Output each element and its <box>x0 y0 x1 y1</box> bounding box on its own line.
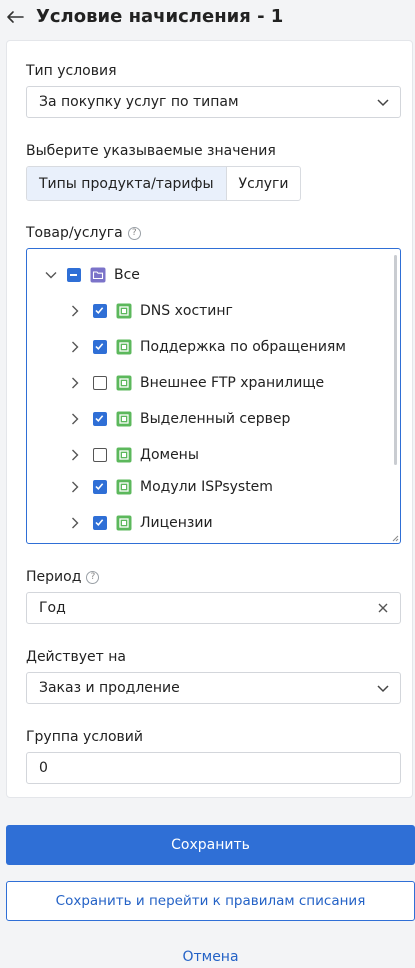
tree-root[interactable]: Все <box>45 263 140 287</box>
product-tree-label-text: Товар/услуга <box>26 225 123 241</box>
tree-item-label: Внешнее FTP хранилище <box>140 375 325 391</box>
tree-item[interactable]: Поддержка по обращениям <box>69 335 346 359</box>
tree-item-label: Лицензии <box>140 515 213 531</box>
chevron-down-icon <box>377 99 389 107</box>
period-field[interactable]: Год <box>26 592 401 624</box>
condition-type-select[interactable]: За покупку услуг по типам <box>26 86 401 118</box>
tree-item-label: DNS хостинг <box>140 303 233 319</box>
chevron-right-icon[interactable] <box>69 377 81 389</box>
applies-to-select[interactable]: Заказ и продление <box>26 672 401 704</box>
tree-item[interactable]: Выделенный сервер <box>69 407 290 431</box>
arrow-left-icon[interactable] <box>4 6 26 28</box>
cancel-button[interactable]: Отмена <box>6 946 415 968</box>
product-tree[interactable]: Все DNS хостинг Поддержка по обращениям … <box>26 248 401 544</box>
tree-item-checkbox[interactable] <box>93 340 107 354</box>
chevron-right-icon[interactable] <box>69 517 81 529</box>
page-title: Условие начисления - 1 <box>36 6 284 27</box>
condition-group-input[interactable]: 0 <box>26 752 401 784</box>
save-button[interactable]: Сохранить <box>6 825 415 865</box>
period-value: Год <box>39 600 66 616</box>
checkbox-all[interactable] <box>67 268 81 282</box>
resize-handle-icon[interactable] <box>391 534 399 542</box>
folder-icon <box>90 267 106 283</box>
help-icon[interactable]: ? <box>127 226 141 240</box>
chevron-right-icon[interactable] <box>69 449 81 461</box>
tree-item-checkbox[interactable] <box>93 304 107 318</box>
tree-item[interactable]: Модули ISPsystem <box>69 475 273 499</box>
tree-scrollbar[interactable] <box>394 255 397 465</box>
tree-item-checkbox[interactable] <box>93 448 107 462</box>
product-type-icon <box>116 515 132 531</box>
chevron-right-icon[interactable] <box>69 341 81 353</box>
tab-product-types[interactable]: Типы продукта/тарифы <box>27 167 227 200</box>
tree-item-checkbox[interactable] <box>93 412 107 426</box>
help-icon[interactable]: ? <box>86 570 100 584</box>
page-header: Условие начисления - 1 <box>0 0 415 38</box>
tab-services[interactable]: Услуги <box>227 167 301 200</box>
product-type-icon <box>116 303 132 319</box>
tree-item[interactable]: Домены <box>69 443 199 467</box>
tree-item-label: Поддержка по обращениям <box>140 339 346 355</box>
tree-item-label: Домены <box>140 447 199 463</box>
values-selector-label: Выберите указываемые значения <box>26 143 276 159</box>
applies-to-value: Заказ и продление <box>39 680 180 696</box>
tree-item-checkbox[interactable] <box>93 516 107 530</box>
values-segmented-control: Типы продукта/тарифы Услуги <box>26 166 302 201</box>
condition-type-label: Тип условия <box>26 63 117 79</box>
product-tree-label: Товар/услуга ? <box>26 225 141 241</box>
chevron-right-icon[interactable] <box>69 481 81 493</box>
period-label: Период ? <box>26 569 100 585</box>
tree-item[interactable]: DNS хостинг <box>69 299 233 323</box>
tree-root-label: Все <box>114 267 140 283</box>
product-type-icon <box>116 447 132 463</box>
tree-item-checkbox[interactable] <box>93 376 107 390</box>
chevron-down-icon <box>377 685 389 693</box>
tree-item-label: Выделенный сервер <box>140 411 291 427</box>
chevron-right-icon[interactable] <box>69 305 81 317</box>
chevron-down-icon[interactable] <box>45 269 57 281</box>
tree-item[interactable]: Внешнее FTP хранилище <box>69 371 324 395</box>
product-type-icon <box>116 339 132 355</box>
tree-item-label: Модули ISPsystem <box>140 479 273 495</box>
clear-icon[interactable] <box>376 601 390 615</box>
condition-type-value: За покупку услуг по типам <box>39 94 239 110</box>
save-and-go-button[interactable]: Сохранить и перейти к правилам списания <box>6 881 415 921</box>
applies-to-label: Действует на <box>26 649 126 665</box>
condition-group-value: 0 <box>39 760 48 776</box>
tree-item-checkbox[interactable] <box>93 480 107 494</box>
period-label-text: Период <box>26 569 82 585</box>
product-type-icon <box>116 479 132 495</box>
product-type-icon <box>116 411 132 427</box>
product-type-icon <box>116 375 132 391</box>
tree-item[interactable]: Лицензии <box>69 511 213 535</box>
condition-group-label: Группа условий <box>26 729 143 745</box>
chevron-right-icon[interactable] <box>69 413 81 425</box>
